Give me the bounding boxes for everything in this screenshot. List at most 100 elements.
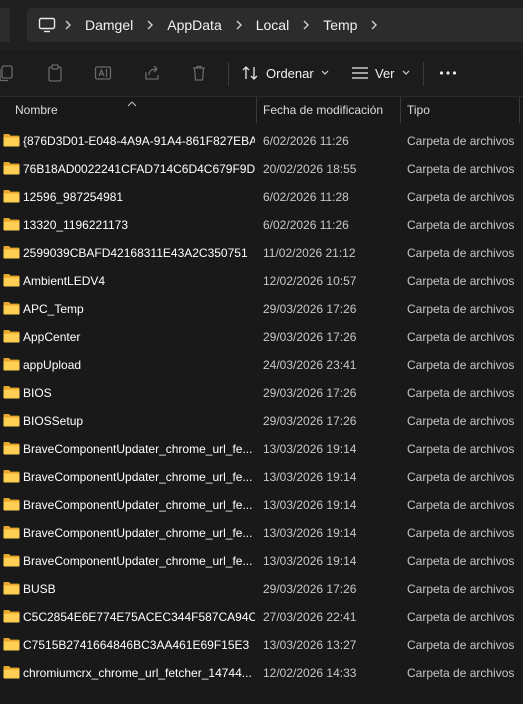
file-name: BraveComponentUpdater_chrome_url_fe... bbox=[23, 526, 253, 540]
file-type: Carpeta de archivos bbox=[407, 414, 515, 428]
list-item[interactable]: 12596_987254981 6/02/2026 11:28 Carpeta de… bbox=[0, 183, 523, 211]
list-item[interactable]: {876D3D01-E048-4A9A-91A4-861F827EBA... 6/… bbox=[0, 127, 523, 155]
file-name: 76B18AD0022241CFAD714C6D4C679F9D bbox=[23, 162, 255, 176]
list-item[interactable]: BIOSSetup 29/03/2026 17:26 Carpeta de arch… bbox=[0, 407, 523, 435]
list-item[interactable]: chromiumcrx_chrome_url_fetcher_14744... 1… bbox=[0, 659, 523, 687]
sort-button[interactable]: Ordenar bbox=[241, 60, 329, 86]
file-type: Carpeta de archivos bbox=[407, 246, 515, 260]
file-name: BraveComponentUpdater_chrome_url_fe... bbox=[23, 554, 253, 568]
folder-icon bbox=[3, 525, 20, 539]
file-type: Carpeta de archivos bbox=[407, 274, 515, 288]
file-name: BraveComponentUpdater_chrome_url_fe... bbox=[23, 470, 253, 484]
file-modified-date: 29/03/2026 17:26 bbox=[263, 386, 357, 400]
folder-icon bbox=[3, 217, 20, 231]
file-modified-date: 13/03/2026 19:14 bbox=[263, 470, 357, 484]
file-name: appUpload bbox=[23, 358, 82, 372]
list-item[interactable]: BraveComponentUpdater_chrome_url_fe... 13… bbox=[0, 463, 523, 491]
file-name: BIOS bbox=[23, 386, 52, 400]
list-item[interactable]: 2599039CBAFD42168311E43A2C350751 11/02/20… bbox=[0, 239, 523, 267]
copy-icon[interactable] bbox=[0, 63, 16, 83]
file-type: Carpeta de archivos bbox=[407, 638, 515, 652]
folder-icon bbox=[3, 637, 20, 651]
file-type: Carpeta de archivos bbox=[407, 190, 515, 204]
list-item[interactable]: BraveComponentUpdater_chrome_url_fe... 13… bbox=[0, 519, 523, 547]
file-modified-date: 12/02/2026 14:33 bbox=[263, 666, 357, 680]
file-modified-date: 13/03/2026 13:27 bbox=[263, 638, 357, 652]
breadcrumb-item-local[interactable]: Local bbox=[250, 17, 295, 33]
chevron-right-icon[interactable] bbox=[228, 8, 250, 42]
list-item[interactable]: BraveComponentUpdater_chrome_url_fe... 13… bbox=[0, 547, 523, 575]
folder-icon bbox=[3, 329, 20, 343]
file-modified-date: 29/03/2026 17:26 bbox=[263, 582, 357, 596]
file-modified-date: 11/02/2026 21:12 bbox=[263, 246, 356, 260]
file-type: Carpeta de archivos bbox=[407, 162, 515, 176]
toolbar-divider bbox=[228, 62, 229, 86]
sort-label: Ordenar bbox=[266, 65, 314, 81]
paste-icon[interactable] bbox=[45, 63, 65, 83]
breadcrumb-item-damgel[interactable]: Damgel bbox=[79, 17, 139, 33]
folder-icon bbox=[3, 609, 20, 623]
command-bar: Ordenar Ver bbox=[0, 50, 523, 97]
breadcrumb-item-temp[interactable]: Temp bbox=[317, 17, 363, 33]
column-name[interactable]: Nombre bbox=[15, 97, 58, 123]
more-icon[interactable] bbox=[438, 63, 458, 83]
file-modified-date: 29/03/2026 17:26 bbox=[263, 302, 357, 316]
folder-icon bbox=[3, 665, 20, 679]
file-type: Carpeta de archivos bbox=[407, 666, 515, 680]
list-item[interactable]: BraveComponentUpdater_chrome_url_fe... 13… bbox=[0, 491, 523, 519]
chevron-right-icon[interactable] bbox=[139, 8, 161, 42]
file-modified-date: 29/03/2026 17:26 bbox=[263, 414, 357, 428]
chevron-down-icon bbox=[402, 70, 410, 76]
breadcrumb-item-appdata[interactable]: AppData bbox=[161, 17, 227, 33]
column-type[interactable]: Tipo bbox=[407, 97, 430, 123]
list-item[interactable]: AppCenter 29/03/2026 17:26 Carpeta de arch… bbox=[0, 323, 523, 351]
file-name: BUSB bbox=[23, 582, 56, 596]
file-name: chromiumcrx_chrome_url_fetcher_14744... bbox=[23, 666, 252, 680]
file-name: APC_Temp bbox=[23, 302, 84, 316]
share-icon[interactable] bbox=[142, 63, 162, 83]
rename-icon[interactable] bbox=[93, 63, 113, 83]
folder-icon bbox=[3, 301, 20, 315]
file-type: Carpeta de archivos bbox=[407, 498, 515, 512]
file-type: Carpeta de archivos bbox=[407, 526, 515, 540]
list-item[interactable]: C7515B2741664846BC3AA461E69F15E3 13/03/20… bbox=[0, 631, 523, 659]
breadcrumb[interactable]: Damgel AppData Local Temp bbox=[27, 8, 523, 42]
delete-icon[interactable] bbox=[189, 63, 209, 83]
list-item[interactable]: BIOS 29/03/2026 17:26 Carpeta de archivos bbox=[0, 379, 523, 407]
file-type: Carpeta de archivos bbox=[407, 610, 515, 624]
list-item[interactable]: 76B18AD0022241CFAD714C6D4C679F9D 20/02/20… bbox=[0, 155, 523, 183]
folder-icon bbox=[3, 273, 20, 287]
file-modified-date: 12/02/2026 10:57 bbox=[263, 274, 357, 288]
column-divider[interactable] bbox=[519, 97, 520, 123]
list-item[interactable]: appUpload 24/03/2026 23:41 Carpeta de arch… bbox=[0, 351, 523, 379]
sort-icon bbox=[241, 65, 259, 81]
view-button[interactable]: Ver bbox=[351, 60, 410, 86]
folder-icon bbox=[3, 413, 20, 427]
file-name: AppCenter bbox=[23, 330, 81, 344]
folder-icon bbox=[3, 357, 20, 371]
file-type: Carpeta de archivos bbox=[407, 302, 515, 316]
folder-icon bbox=[3, 469, 20, 483]
file-type: Carpeta de archivos bbox=[407, 218, 515, 232]
file-modified-date: 24/03/2026 23:41 bbox=[263, 358, 357, 372]
column-modified[interactable]: Fecha de modificación bbox=[263, 97, 383, 123]
list-item[interactable]: BUSB 29/03/2026 17:26 Carpeta de archivos bbox=[0, 575, 523, 603]
list-item[interactable]: AmbientLEDV4 12/02/2026 10:57 Carpeta de a… bbox=[0, 267, 523, 295]
list-item[interactable]: APC_Temp 29/03/2026 17:26 Carpeta de archi… bbox=[0, 295, 523, 323]
file-modified-date: 20/02/2026 18:55 bbox=[263, 162, 357, 176]
file-name: 12596_987254981 bbox=[23, 190, 124, 204]
toolbar-divider bbox=[423, 62, 424, 86]
list-item[interactable]: 13320_1196221173 6/02/2026 11:26 Carpeta d… bbox=[0, 211, 523, 239]
file-name: C7515B2741664846BC3AA461E69F15E3 bbox=[23, 638, 250, 652]
chevron-right-icon[interactable] bbox=[363, 8, 385, 42]
address-bar: Damgel AppData Local Temp bbox=[0, 0, 523, 50]
chevron-right-icon[interactable] bbox=[295, 8, 317, 42]
column-divider[interactable] bbox=[400, 97, 401, 123]
this-pc-icon[interactable] bbox=[37, 15, 57, 35]
chevron-right-icon[interactable] bbox=[57, 8, 79, 42]
list-item[interactable]: BraveComponentUpdater_chrome_url_fe... 13… bbox=[0, 435, 523, 463]
sort-ascending-icon bbox=[127, 94, 137, 112]
folder-icon bbox=[3, 581, 20, 595]
list-item[interactable]: C5C2854E6E774E75ACEC344F587CA94C 27/03/20… bbox=[0, 603, 523, 631]
column-divider[interactable] bbox=[256, 97, 257, 123]
